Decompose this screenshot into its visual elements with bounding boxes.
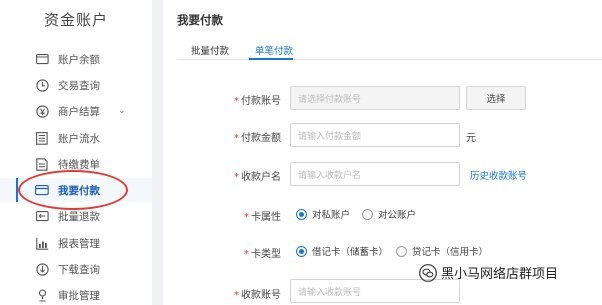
radio-debit-card[interactable]: 借记卡（储蓄卡） [296, 244, 388, 258]
sidebar: 资金账户 账户余额 交易查询 商户结算 ⌄ 账户流水 待缴费单 我要付款 批量退… [0, 0, 152, 305]
sidebar-item-label: 报表管理 [58, 237, 100, 250]
tab-single-payment[interactable]: 单笔付款 [255, 43, 293, 57]
amount-field[interactable]: 请输入付款金额 [290, 123, 460, 147]
amount-label: * 付款金额 [234, 133, 281, 144]
chart-icon [35, 236, 49, 250]
radio-dot [396, 245, 407, 257]
sidebar-item-label: 商户结算 [58, 105, 100, 118]
app-root: 资金账户 账户余额 交易查询 商户结算 ⌄ 账户流水 待缴费单 我要付款 批量退… [0, 0, 602, 305]
tab-batch-payment[interactable]: 批量付款 [191, 43, 229, 57]
pay-account-label: * 付款账号 [234, 96, 281, 107]
payee-name-field[interactable]: 请输入收款户名 [290, 162, 460, 186]
radio-dot [296, 208, 307, 220]
refund-icon [35, 209, 49, 223]
radio-corporate-account[interactable]: 对公账户 [362, 207, 416, 221]
sidebar-item-label: 账户余额 [58, 53, 100, 66]
bill-icon [35, 157, 49, 171]
payee-account-label: * 收款账号 [234, 290, 281, 301]
wallet-icon [35, 52, 49, 66]
ledger-icon [35, 131, 49, 145]
annotation-circle [18, 170, 128, 210]
sidebar-item-approval-management[interactable]: 审批管理 [0, 283, 152, 305]
sidebar-item-label: 批量退款 [58, 210, 100, 223]
active-tab-underline [249, 58, 293, 60]
sidebar-item-merchant-settlement[interactable]: 商户结算 ⌄ [0, 99, 152, 123]
amount-unit: 元 [466, 133, 476, 144]
history-accounts-link[interactable]: 历史收款账号 [470, 168, 527, 182]
sidebar-item-transaction-query[interactable]: 交易查询 [0, 73, 152, 97]
sidebar-item-report-management[interactable]: 报表管理 [0, 231, 152, 255]
tab-divider [177, 59, 602, 60]
pay-account-field[interactable]: 请选择付款账号 [290, 86, 460, 110]
sidebar-item-label: 审批管理 [58, 289, 100, 302]
sidebar-title: 资金账户 [43, 11, 108, 29]
watermark-text: 黑小马网络店群项目 [441, 267, 559, 282]
radio-personal-account[interactable]: 对私账户 [296, 207, 350, 221]
sidebar-item-account-statement[interactable]: 账户流水 [0, 126, 152, 150]
payee-name-label: * 收款户名 [234, 172, 281, 183]
sidebar-item-label: 账户流水 [58, 132, 100, 145]
sidebar-item-label: 交易查询 [58, 79, 100, 92]
chevron-down-icon: ⌄ [118, 106, 126, 116]
main-panel: 我要付款 批量付款 单笔付款 * 付款账号 请选择付款账号 选择 * 付款金额 请输… [163, 0, 602, 305]
approval-icon [35, 288, 49, 302]
clock-icon [35, 78, 49, 92]
payee-account-field[interactable]: 请输入收款账号 [290, 279, 460, 303]
radio-credit-card[interactable]: 贷记卡（信用卡） [396, 244, 488, 258]
radio-dot [296, 245, 307, 257]
page-title: 我要付款 [177, 13, 223, 27]
card-type-label: * 卡类型 [244, 249, 281, 260]
sidebar-item-label: 下载查询 [58, 263, 100, 276]
radio-dot [362, 208, 373, 220]
select-account-button[interactable]: 选择 [466, 86, 526, 110]
yen-icon [35, 104, 49, 118]
watermark: 黑小马网络店群项目 [419, 263, 558, 282]
sidebar-item-account-balance[interactable]: 账户余额 [0, 47, 152, 71]
wechat-icon [419, 263, 437, 282]
sidebar-item-download-query[interactable]: 下载查询 [0, 257, 152, 281]
download-icon [35, 262, 49, 276]
account-type-label: * 卡属性 [244, 212, 281, 223]
